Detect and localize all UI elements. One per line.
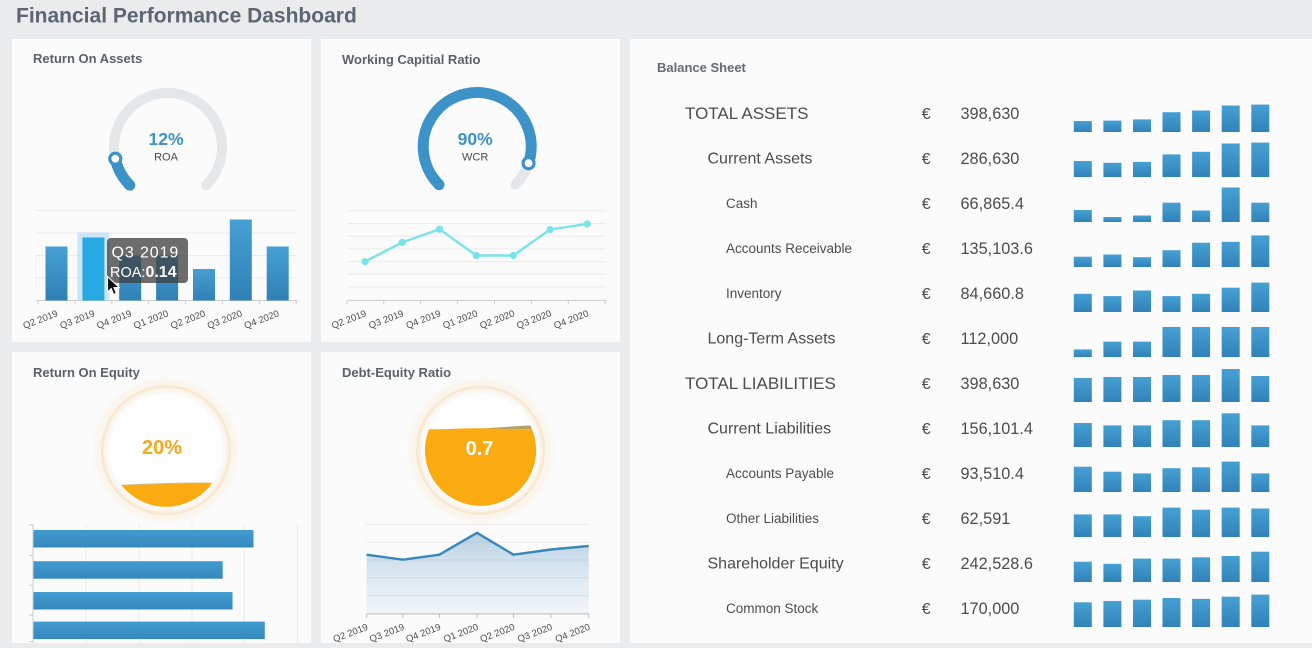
svg-text:Common Stock: Common Stock xyxy=(726,601,819,616)
svg-text:€: € xyxy=(922,286,931,303)
svg-text:170,000: 170,000 xyxy=(961,600,1020,618)
svg-text:Financial Performance Dashboar: Financial Performance Dashboard xyxy=(16,5,357,28)
svg-text:€: € xyxy=(922,511,931,528)
svg-text:398,630: 398,630 xyxy=(961,105,1020,123)
svg-text:Working Capitial Ratio: Working Capitial Ratio xyxy=(342,52,480,67)
svg-text:62,591: 62,591 xyxy=(961,510,1011,528)
svg-text:12%: 12% xyxy=(148,129,183,149)
svg-text:Current Liabilities: Current Liabilities xyxy=(708,421,832,438)
svg-text:Return On Equity: Return On Equity xyxy=(33,365,141,380)
svg-text:90%: 90% xyxy=(458,129,493,149)
svg-text:66,865.4: 66,865.4 xyxy=(961,195,1024,213)
svg-text:Shareholder Equity: Shareholder Equity xyxy=(708,556,844,573)
svg-text:Accounts Receivable: Accounts Receivable xyxy=(726,241,852,256)
svg-text:20%: 20% xyxy=(142,437,182,459)
svg-text:93,510.4: 93,510.4 xyxy=(961,465,1024,483)
svg-text:€: € xyxy=(922,106,931,123)
svg-text:€: € xyxy=(922,196,931,213)
svg-text:Debt-Equity Ratio: Debt-Equity Ratio xyxy=(342,365,451,380)
svg-text:Accounts Payable: Accounts Payable xyxy=(726,466,834,481)
svg-text:€: € xyxy=(922,241,931,258)
svg-text:ROA:0.14: ROA:0.14 xyxy=(110,264,177,281)
svg-text:€: € xyxy=(922,466,931,483)
svg-text:84,660.8: 84,660.8 xyxy=(961,285,1024,303)
svg-text:156,101.4: 156,101.4 xyxy=(961,420,1033,438)
svg-text:Balance Sheet: Balance Sheet xyxy=(657,60,747,75)
svg-text:286,630: 286,630 xyxy=(961,150,1020,168)
svg-text:Long-Term Assets: Long-Term Assets xyxy=(708,331,836,348)
svg-text:Q3 2019: Q3 2019 xyxy=(112,245,180,262)
svg-text:TOTAL LIABILITIES: TOTAL LIABILITIES xyxy=(685,374,836,393)
svg-text:242,528.6: 242,528.6 xyxy=(961,555,1033,573)
svg-text:0.7: 0.7 xyxy=(466,438,494,460)
svg-text:€: € xyxy=(922,556,931,573)
svg-text:Return On Assets: Return On Assets xyxy=(33,51,142,66)
svg-text:TOTAL ASSETS: TOTAL ASSETS xyxy=(685,104,808,123)
svg-text:€: € xyxy=(922,331,931,348)
svg-text:€: € xyxy=(922,421,931,438)
svg-text:WCR: WCR xyxy=(462,152,488,164)
svg-text:Cash: Cash xyxy=(726,196,758,211)
svg-text:Inventory: Inventory xyxy=(726,286,782,301)
svg-text:Other Liabilities: Other Liabilities xyxy=(726,511,819,526)
svg-text:ROA: ROA xyxy=(154,152,179,164)
svg-text:135,103.6: 135,103.6 xyxy=(961,240,1033,258)
svg-text:Current Assets: Current Assets xyxy=(708,151,813,168)
svg-text:112,000: 112,000 xyxy=(961,330,1019,348)
svg-text:€: € xyxy=(922,376,931,393)
svg-text:€: € xyxy=(922,601,931,618)
svg-text:€: € xyxy=(922,151,931,168)
svg-text:398,630: 398,630 xyxy=(961,375,1020,393)
